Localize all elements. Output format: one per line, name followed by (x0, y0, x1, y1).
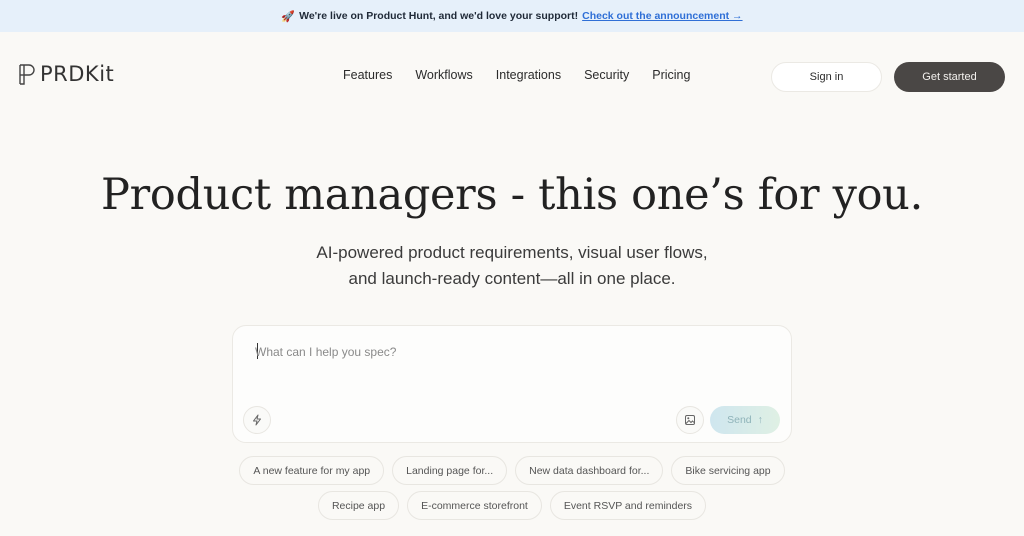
send-label: Send (727, 414, 752, 426)
announcement-text: We're live on Product Hunt, and we'd lov… (299, 10, 579, 22)
hero-subtitle-line-1: AI-powered product requirements, visual … (316, 243, 708, 262)
logo-text: PRDKit (40, 62, 115, 86)
top-nav: PRDKit Features Workflows Integrations S… (0, 32, 1024, 120)
bolt-button[interactable] (243, 406, 271, 434)
nav-link-pricing[interactable]: Pricing (652, 68, 690, 82)
arrow-up-icon: ↑ (757, 414, 763, 426)
suggestion-chip[interactable]: Recipe app (317, 491, 400, 520)
bolt-icon (253, 414, 261, 426)
nav-link-features[interactable]: Features (343, 68, 392, 82)
get-started-button[interactable]: Get started (894, 62, 1005, 92)
announcement-banner: 🚀 We're live on Product Hunt, and we'd l… (0, 0, 1024, 32)
suggestions-row-1: A new feature for my app Landing page fo… (0, 456, 1024, 485)
suggestion-chip[interactable]: New data dashboard for... (515, 456, 664, 485)
hero-subtitle-line-2: and launch-ready content—all in one plac… (348, 269, 676, 288)
image-icon (685, 415, 695, 425)
rocket-icon: 🚀 (281, 10, 296, 23)
announcement-link[interactable]: Check out the announcement → (582, 10, 742, 22)
nav-link-security[interactable]: Security (584, 68, 629, 82)
nav-links: Features Workflows Integrations Security… (343, 68, 690, 82)
nav-link-workflows[interactable]: Workflows (415, 68, 472, 82)
hero-title: Product managers - this one’s for you. (101, 170, 923, 220)
sign-in-button[interactable]: Sign in (771, 62, 882, 92)
prompt-box: Send ↑ (232, 325, 792, 443)
send-button[interactable]: Send ↑ (710, 406, 780, 434)
suggestions-row-2: Recipe app E-commerce storefront Event R… (0, 491, 1024, 520)
attach-image-button[interactable] (676, 406, 704, 434)
suggestion-chip[interactable]: Landing page for... (392, 456, 508, 485)
hero-subtitle: AI-powered product requirements, visual … (0, 240, 1024, 292)
suggestion-chip[interactable]: Event RSVP and reminders (549, 491, 707, 520)
prompt-input[interactable] (255, 342, 755, 362)
prdkit-logo-icon (19, 64, 35, 85)
logo[interactable]: PRDKit (18, 62, 114, 86)
nav-link-integrations[interactable]: Integrations (496, 68, 561, 82)
suggestion-chip[interactable]: A new feature for my app (239, 456, 385, 485)
suggestion-chip[interactable]: E-commerce storefront (407, 491, 542, 520)
suggestion-chip[interactable]: Bike servicing app (671, 456, 785, 485)
